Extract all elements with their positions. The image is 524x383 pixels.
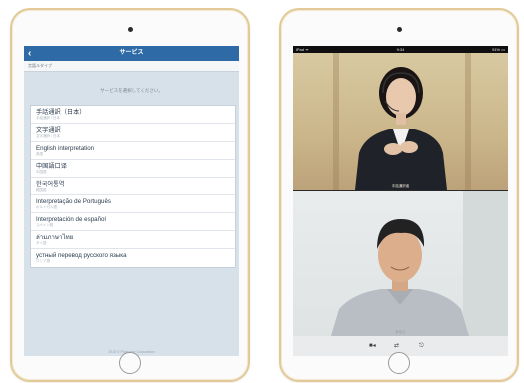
sub-header: 言語ルタイプ bbox=[24, 61, 239, 72]
user-caption: あなた bbox=[395, 330, 406, 334]
switch-camera-icon[interactable]: ⇄ bbox=[394, 342, 399, 350]
home-button[interactable] bbox=[119, 352, 141, 374]
service-subtitle: ロシア語 bbox=[36, 259, 50, 264]
service-subtitle: タイ語 bbox=[36, 241, 47, 246]
service-list: 手話通訳（日本） 手話通訳 / 日本 文字通訳 文字通訳 / 日本 Englis… bbox=[30, 105, 236, 269]
service-item-sign-language[interactable]: 手話通訳（日本） 手話通訳 / 日本 bbox=[31, 106, 235, 124]
service-subtitle: 文字通訳 / 日本 bbox=[36, 133, 60, 138]
service-title: 한국어통역 bbox=[36, 180, 65, 188]
service-title: 手話通訳（日本） bbox=[36, 109, 86, 116]
service-title: устный перевод русского языка bbox=[36, 252, 127, 260]
video-call-screen: iPad ᯤ 9:34 91% ▭ 手話通訳者 あなた ■◂ ⇄ ⎋ bbox=[293, 46, 508, 356]
status-bar: iPad ᯤ 9:34 91% ▭ bbox=[293, 46, 508, 53]
service-item-portuguese[interactable]: Interpretação de Português ポルトガル語 bbox=[31, 195, 235, 214]
service-item-thai[interactable]: ล่ามภาษาไทย タイ語 bbox=[31, 231, 235, 250]
service-subtitle: 中国語 bbox=[36, 169, 47, 174]
user-figure bbox=[331, 191, 508, 336]
right-tablet-frame: iPad ᯤ 9:34 91% ▭ 手話通訳者 あなた ■◂ ⇄ ⎋ bbox=[279, 8, 519, 382]
front-camera bbox=[127, 27, 133, 32]
service-item-russian[interactable]: устный перевод русского языка ロシア語 bbox=[31, 249, 235, 267]
status-time: 9:34 bbox=[396, 47, 405, 52]
end-call-icon[interactable]: ⎋ bbox=[419, 342, 424, 350]
battery-status: 91% ▭ bbox=[492, 47, 505, 52]
service-item-chinese[interactable]: 中国語口译 中国語 bbox=[31, 160, 235, 178]
service-title: 文字通訳 bbox=[36, 126, 61, 134]
service-item-spanish[interactable]: Interpretación de español スペイン語 bbox=[31, 213, 235, 232]
selection-prompt: サービスを選択してください。 bbox=[100, 88, 163, 93]
service-title: ล่ามภาษาไทย bbox=[36, 234, 74, 242]
service-subtitle: 韓国語 bbox=[36, 187, 47, 192]
user-video: あなた bbox=[293, 191, 508, 336]
camera-icon[interactable]: ■◂ bbox=[369, 342, 376, 350]
service-selection-screen: ‹ サービス 言語ルタイプ サービスを選択してください。 手話通訳（日本） 手話… bbox=[24, 46, 239, 356]
navigation-bar: ‹ サービス bbox=[24, 46, 239, 61]
service-title: English interpretation bbox=[36, 144, 95, 152]
nav-title: サービス bbox=[119, 50, 144, 56]
service-item-korean[interactable]: 한국어통역 韓国語 bbox=[31, 178, 235, 196]
service-item-english[interactable]: English interpretation 英語 bbox=[31, 142, 235, 160]
interpreter-caption: 手話通訳者 bbox=[391, 184, 410, 188]
front-camera bbox=[396, 27, 402, 32]
service-subtitle: 英語 bbox=[36, 151, 43, 156]
left-tablet-frame: ‹ サービス 言語ルタイプ サービスを選択してください。 手話通訳（日本） 手話… bbox=[10, 8, 250, 382]
service-title: Interpretación de español bbox=[36, 216, 106, 224]
service-subtitle: 手話通訳 / 日本 bbox=[36, 116, 60, 120]
home-button[interactable] bbox=[388, 352, 410, 374]
interpreter-figure bbox=[355, 67, 447, 190]
service-item-text[interactable]: 文字通訳 文字通訳 / 日本 bbox=[31, 124, 235, 142]
service-title: Interpretação de Português bbox=[36, 198, 111, 206]
service-subtitle: スペイン語 bbox=[36, 223, 54, 228]
service-subtitle: ポルトガル語 bbox=[36, 205, 57, 210]
sub-header-text: 言語ルタイプ bbox=[28, 63, 52, 68]
service-title: 中国語口译 bbox=[36, 162, 67, 170]
interpreter-video: 手話通訳者 bbox=[293, 53, 508, 190]
